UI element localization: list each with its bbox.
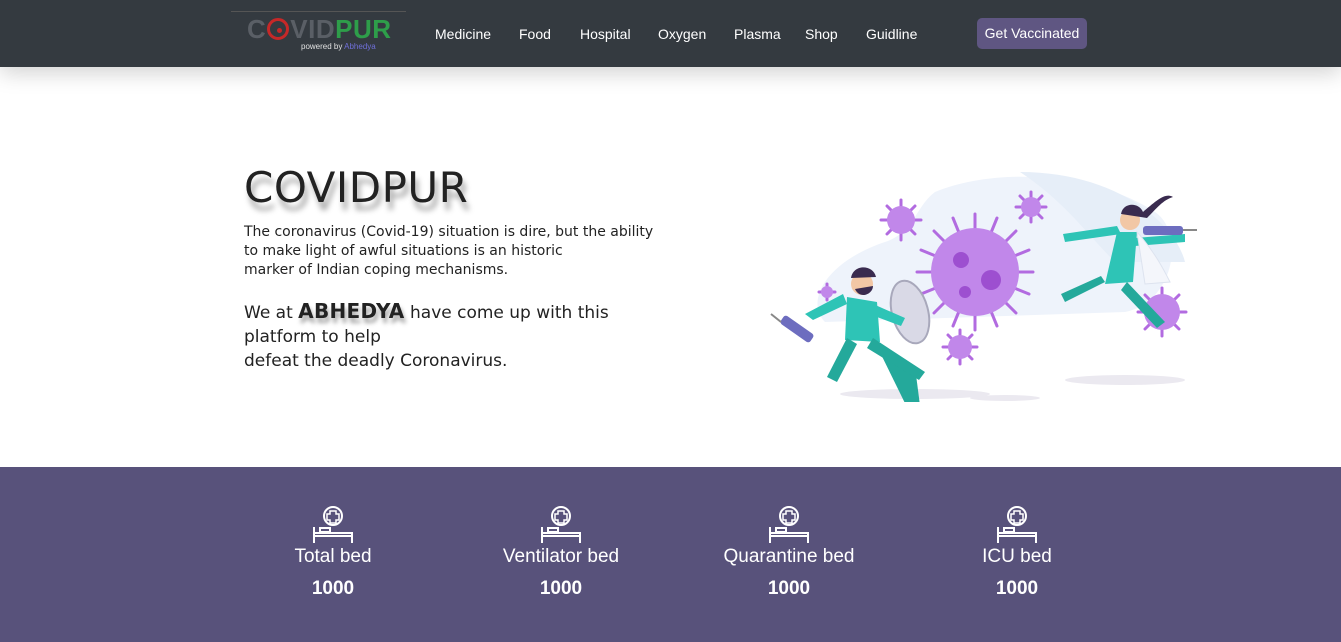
hero-section: COVIDPUR The coronavirus (Covid-19) situ… <box>0 67 1341 467</box>
stat-icu-bed: ICU bed 1000 <box>917 505 1117 600</box>
hero-description-line: to make light of awful situations is an … <box>244 243 563 259</box>
stat-value: 1000 <box>311 578 355 599</box>
hero-mission-prefix: We at <box>244 303 299 323</box>
navbar: C VIDPUR powered by Abhedya Medicine Food… <box>0 0 1341 67</box>
stat-label: Ventilator bed <box>502 546 620 567</box>
nav-link-guidline[interactable]: Guidline <box>866 26 917 42</box>
logo-tagline-brand: Abhedya <box>344 42 376 51</box>
hero-mission-suffix: have come up with this <box>404 303 609 323</box>
hero-description-line: marker of Indian coping mechanisms. <box>244 262 509 278</box>
hospital-bed-icon <box>997 506 1037 543</box>
hospital-bed-icon <box>769 506 809 543</box>
hero-mission-brand: ABHEDYA <box>298 299 405 323</box>
hero-description-line: The coronavirus (Covid-19) situation is … <box>244 224 654 240</box>
hero-title: COVIDPUR <box>244 163 469 212</box>
stat-ventilator-bed: Ventilator bed 1000 <box>461 505 661 600</box>
stat-value: 1000 <box>995 578 1039 599</box>
virus-logo-icon <box>267 18 290 40</box>
get-vaccinated-button[interactable]: Get Vaccinated <box>977 18 1087 49</box>
stat-label: Total bed <box>294 546 372 567</box>
nav-link-shop[interactable]: Shop <box>805 26 838 42</box>
stat-label: Quarantine bed <box>723 546 855 567</box>
nav-link-plasma[interactable]: Plasma <box>734 26 781 42</box>
stat-value: 1000 <box>767 578 811 599</box>
logo-covid-rest: VID <box>290 14 336 44</box>
nav-link-oxygen[interactable]: Oxygen <box>658 26 706 42</box>
stat-total-bed: Total bed 1000 <box>233 505 433 600</box>
stat-quarantine-bed: Quarantine bed 1000 <box>689 505 889 600</box>
logo-covid-c: C <box>247 14 267 44</box>
hospital-bed-icon <box>541 506 581 543</box>
hospital-bed-icon <box>313 506 353 543</box>
logo-pur: PUR <box>335 14 392 44</box>
stat-label: ICU bed <box>982 546 1052 567</box>
hero-mission: We at ABHEDYA have come up with this pla… <box>244 299 684 373</box>
nav-link-food[interactable]: Food <box>519 26 551 42</box>
covidpur-logo[interactable]: C VIDPUR powered by Abhedya <box>231 11 406 57</box>
nav-link-medicine[interactable]: Medicine <box>435 26 491 42</box>
bed-stats-section: Total bed 1000 Ventilator bed 1000 Quara… <box>0 467 1341 642</box>
logo-tagline: powered by Abhedya <box>301 42 376 51</box>
stat-value: 1000 <box>539 578 583 599</box>
logo-wordmark: C VIDPUR <box>247 14 392 45</box>
hero-mission-line-2: platform to help <box>244 327 381 347</box>
nav-link-hospital[interactable]: Hospital <box>580 26 631 42</box>
medics-fighting-virus-illustration <box>770 172 1197 402</box>
hero-mission-line-3: defeat the deadly Coronavirus. <box>244 351 508 371</box>
hero-mission-line-1: We at ABHEDYA have come up with this <box>244 299 684 325</box>
logo-tagline-prefix: powered by <box>301 42 345 51</box>
hero-description: The coronavirus (Covid-19) situation is … <box>244 223 684 280</box>
